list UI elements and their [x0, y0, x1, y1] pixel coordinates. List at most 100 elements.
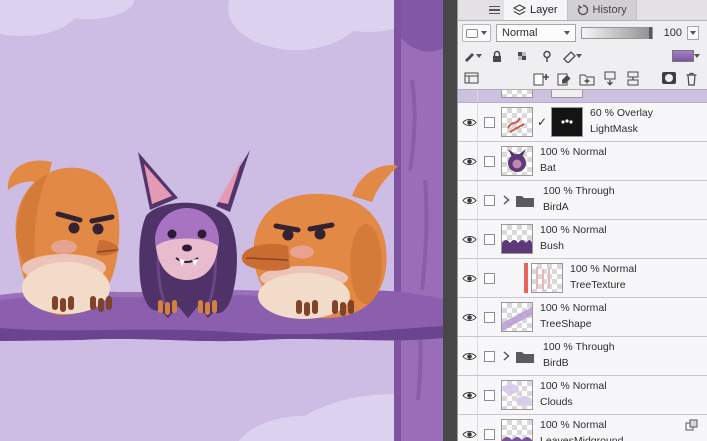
two-squares-icon [685, 419, 698, 431]
transfer-down-icon[interactable] [601, 70, 619, 86]
layer-color-dropdown[interactable] [669, 48, 703, 64]
opacity-spinner[interactable] [687, 26, 699, 40]
layer-row-birda[interactable]: 100 % Through BirdA [458, 181, 707, 220]
lock-icon[interactable] [487, 48, 507, 64]
chevron-down-icon [690, 31, 696, 35]
visibility-eye-icon[interactable] [461, 415, 478, 441]
layer-checkbox[interactable] [484, 155, 495, 167]
trash-icon [686, 72, 697, 86]
layer-row-birdb[interactable]: 100 % Through BirdB [458, 337, 707, 376]
alpha-checker-icon [518, 52, 526, 60]
palette-dock-icon[interactable] [462, 70, 480, 86]
clip-indicator [524, 263, 528, 293]
visibility-eye-icon[interactable] [461, 220, 478, 258]
action-toolbar [458, 67, 707, 90]
folder-icon[interactable] [514, 349, 536, 364]
folder-glyph [516, 195, 534, 207]
tab-history[interactable]: History [567, 0, 637, 20]
visibility-eye-icon[interactable] [461, 90, 478, 102]
layer-row-bush[interactable]: 100 % Normal Bush [458, 220, 707, 259]
blend-swatch-icon[interactable] [462, 24, 491, 42]
layer-row-treeshape[interactable]: 100 % Normal TreeShape [458, 298, 707, 337]
visibility-eye-icon[interactable] [461, 376, 478, 414]
pasteboard-gutter [443, 0, 457, 441]
layer-list: ✓ PhotoStudies ✓ [458, 90, 707, 441]
visibility-eye-icon[interactable] [461, 103, 478, 141]
layer-thumbnail[interactable] [501, 302, 533, 332]
thumbnail-texture [536, 267, 550, 290]
visibility-eye-icon[interactable] [461, 337, 478, 375]
panel-menu-icon[interactable] [484, 0, 504, 20]
layer-row-bat[interactable]: 100 % Normal Bat [458, 142, 707, 181]
thumbnail-sketch [502, 90, 532, 97]
layer-checkbox[interactable] [484, 272, 495, 284]
new-raster-layer-icon[interactable] [531, 70, 549, 86]
thumbnail-bush [502, 240, 532, 253]
create-mask-icon[interactable] [660, 70, 678, 86]
folder-icon[interactable] [514, 193, 536, 208]
mask-thumbnail[interactable] [551, 90, 583, 98]
mask-thumbnail[interactable] [551, 107, 583, 137]
layer-checkbox[interactable] [484, 389, 495, 401]
eye-icon [461, 274, 477, 282]
pen-dropdown-icon[interactable] [462, 48, 482, 64]
folder-expander-icon[interactable] [501, 351, 511, 361]
chevron-right-icon [503, 351, 510, 361]
folder-expander-icon[interactable] [501, 195, 511, 205]
thumbnail-leaves [502, 437, 532, 441]
pin-icon [543, 50, 551, 62]
visibility-eye-icon[interactable] [461, 181, 478, 219]
eye-icon [461, 430, 477, 438]
opacity-slider-handle[interactable] [649, 27, 652, 39]
layer-thumbnail[interactable] [501, 146, 533, 176]
layer-checkbox[interactable] [484, 116, 495, 128]
ruler-dropdown-icon[interactable] [562, 48, 582, 64]
tab-layer[interactable]: Layer [504, 0, 568, 20]
padlock-icon [493, 50, 501, 62]
layer-checkbox[interactable] [484, 428, 495, 440]
layer-thumbnail[interactable] [501, 90, 533, 98]
visibility-eye-icon[interactable] [461, 298, 478, 336]
layer-thumbnail[interactable] [531, 263, 563, 293]
folder-plus-icon [579, 74, 595, 85]
layer-checkbox[interactable] [484, 350, 495, 362]
new-folder-icon[interactable] [578, 70, 596, 86]
layer-thumbnail[interactable] [501, 224, 533, 254]
layer-thumbnail[interactable] [501, 419, 533, 441]
new-page-icon [533, 73, 549, 85]
illustration-birds-and-bat [0, 0, 443, 441]
visibility-eye-icon[interactable] [461, 259, 478, 297]
tab-layer-label: Layer [530, 4, 558, 16]
thumbnail-clouds [503, 384, 532, 406]
visibility-eye-icon[interactable] [461, 142, 478, 180]
layer-row-treetexture[interactable]: 100 % Normal TreeTexture [458, 259, 707, 298]
layer-blend-info: 60 % Overlay [590, 107, 654, 120]
layer-thumbnail[interactable] [501, 107, 533, 137]
layer-name: BirdA [543, 201, 569, 213]
layer-checkbox[interactable] [484, 194, 495, 206]
mask-enabled-check[interactable]: ✓ [536, 115, 548, 129]
lock-alpha-icon[interactable] [512, 48, 532, 64]
blend-toolbar: Normal 100 [458, 21, 707, 45]
chevron-down-icon [694, 54, 700, 58]
layer-thumbnail[interactable] [501, 380, 533, 410]
chevron-down-icon [576, 54, 582, 58]
layer-row-lightmask[interactable]: ✓ 60 % Overlay LightMask [458, 103, 707, 142]
layer-row-photostudies[interactable]: ✓ PhotoStudies [458, 90, 707, 103]
layer-checkbox[interactable] [484, 311, 495, 323]
layer-checkbox[interactable] [484, 233, 495, 245]
layer-row-leavesmidground[interactable]: 100 % Normal LeavesMidground [458, 415, 707, 441]
layer-row-clouds[interactable]: 100 % Normal Clouds [458, 376, 707, 415]
opacity-slider[interactable] [581, 27, 653, 39]
canvas-artwork[interactable] [0, 0, 443, 441]
mask-pin-icon[interactable] [537, 48, 557, 64]
thumbnail-treeshape [502, 307, 532, 331]
new-vector-layer-icon[interactable] [555, 70, 573, 86]
layer-name: TreeShape [540, 318, 592, 330]
layer-name: PhotoStudies [590, 90, 652, 91]
delete-layer-icon[interactable] [683, 70, 701, 86]
blend-mode-select[interactable]: Normal [496, 24, 576, 42]
layer-blend-info: 100 % Normal [540, 224, 607, 237]
layer-blend-info: 100 % Normal [540, 302, 607, 315]
merge-down-icon[interactable] [624, 70, 642, 86]
